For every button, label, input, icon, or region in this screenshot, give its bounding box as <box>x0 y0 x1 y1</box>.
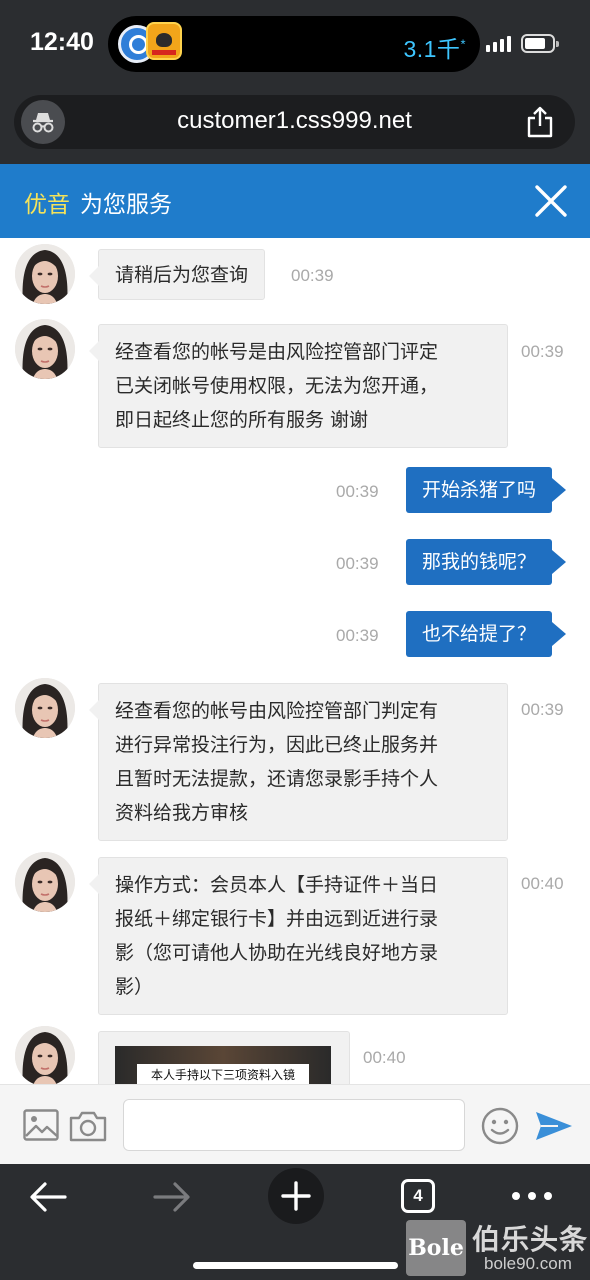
user-message: 开始杀猪了吗 <box>405 467 567 513</box>
user-message: 那我的钱呢？ <box>405 539 567 585</box>
camera-icon[interactable] <box>69 1110 107 1142</box>
message-line: 且暂时无法提款，还请您录影手持个人 <box>115 768 439 790</box>
tabs-count-button[interactable]: 4 <box>401 1179 435 1213</box>
message-composer <box>0 1084 590 1164</box>
url-text[interactable]: customer1.css999.net <box>14 107 575 135</box>
header-subtitle: 为您服务 <box>80 192 172 218</box>
message-line: 进行异常投注行为，因此已终止服务并 <box>115 734 439 756</box>
message-time: 00:39 <box>521 342 564 361</box>
status-time: 12:40 <box>30 28 94 56</box>
more-icon[interactable] <box>512 1192 552 1202</box>
dynamic-island[interactable]: 3.1千* <box>108 16 480 72</box>
agent-avatar <box>15 244 75 304</box>
message-input[interactable] <box>123 1099 465 1151</box>
message-line: 操作方式：会员本人【手持证件＋当日 <box>115 874 439 896</box>
cellular-signal-icon <box>486 36 514 52</box>
home-indicator <box>193 1262 398 1269</box>
new-tab-button[interactable] <box>268 1168 324 1224</box>
message-line: 即日起终止您的所有服务 谢谢 <box>115 409 369 431</box>
image-thumbnail[interactable]: 本人手持以下三项资料入镜 <box>115 1046 331 1084</box>
message-line: 已关闭帐号使用权限，无法为您开通， <box>115 375 439 397</box>
browser-address-area: customer1.css999.net <box>0 90 590 164</box>
network-speed: 3.1千* <box>403 36 466 62</box>
message-line: 影（您可请他人协助在光线良好地方录 <box>115 942 439 964</box>
image-icon[interactable] <box>23 1109 59 1141</box>
message-line: 资料给我方审核 <box>115 802 249 824</box>
header-title: 优音 为您服务 <box>24 185 172 219</box>
agent-avatar <box>15 319 75 379</box>
watermark-url: bole90.com <box>484 1254 572 1273</box>
address-bar[interactable]: customer1.css999.net <box>14 95 575 149</box>
message-time: 00:39 <box>336 482 379 501</box>
forward-icon[interactable] <box>153 1180 191 1214</box>
user-message: 也不给提了？ <box>405 611 567 657</box>
message-time: 00:39 <box>336 626 379 645</box>
penguin-app-icon <box>146 22 182 60</box>
agent-avatar <box>15 1026 75 1084</box>
message-time: 00:40 <box>363 1048 406 1067</box>
brand-name: 优音 <box>24 192 70 218</box>
emoji-icon[interactable] <box>481 1107 519 1145</box>
back-icon[interactable] <box>29 1180 67 1214</box>
chat-header: 优音 为您服务 <box>0 164 590 238</box>
battery-icon <box>521 34 559 53</box>
status-bar: 12:40 3.1千* <box>0 0 590 90</box>
close-icon[interactable] <box>534 184 568 218</box>
message-list[interactable]: 请稍后为您查询 00:39 经查看您的帐号是由风险控管部门评定 已关闭帐号使用权… <box>0 238 590 1084</box>
watermark: Bole 伯乐头条 bole90.com <box>404 1216 590 1280</box>
message-line: 报纸＋绑定银行卡】并由远到近进行录 <box>115 908 439 930</box>
message-time: 00:39 <box>336 554 379 573</box>
send-icon[interactable] <box>534 1110 574 1142</box>
speed-unit-glyph: * <box>460 36 466 52</box>
agent-avatar <box>15 678 75 738</box>
agent-message: 经查看您的帐号是由风险控管部门评定 已关闭帐号使用权限，无法为您开通， 即日起终… <box>89 324 508 448</box>
share-icon[interactable] <box>525 106 555 138</box>
agent-message: 请稍后为您查询 <box>88 249 266 300</box>
message-line: 影） <box>115 976 154 998</box>
watermark-logo: Bole <box>406 1220 466 1276</box>
message-time: 00:39 <box>291 266 334 285</box>
image-caption: 本人手持以下三项资料入镜 <box>137 1064 309 1084</box>
plus-icon <box>281 1181 311 1211</box>
agent-message: 操作方式：会员本人【手持证件＋当日 报纸＋绑定银行卡】并由远到近进行录 影（您可… <box>89 857 508 1015</box>
message-line: 经查看您的帐号是由风险控管部门评定 <box>115 341 439 363</box>
agent-avatar <box>15 852 75 912</box>
watermark-name: 伯乐头条 <box>472 1223 589 1256</box>
message-line: 经查看您的帐号由风险控管部门判定有 <box>115 700 439 722</box>
message-time: 00:40 <box>521 874 564 893</box>
agent-image-message[interactable]: 本人手持以下三项资料入镜 <box>98 1031 350 1084</box>
message-time: 00:39 <box>521 700 564 719</box>
agent-message: 经查看您的帐号由风险控管部门判定有 进行异常投注行为，因此已终止服务并 且暂时无… <box>89 683 508 841</box>
